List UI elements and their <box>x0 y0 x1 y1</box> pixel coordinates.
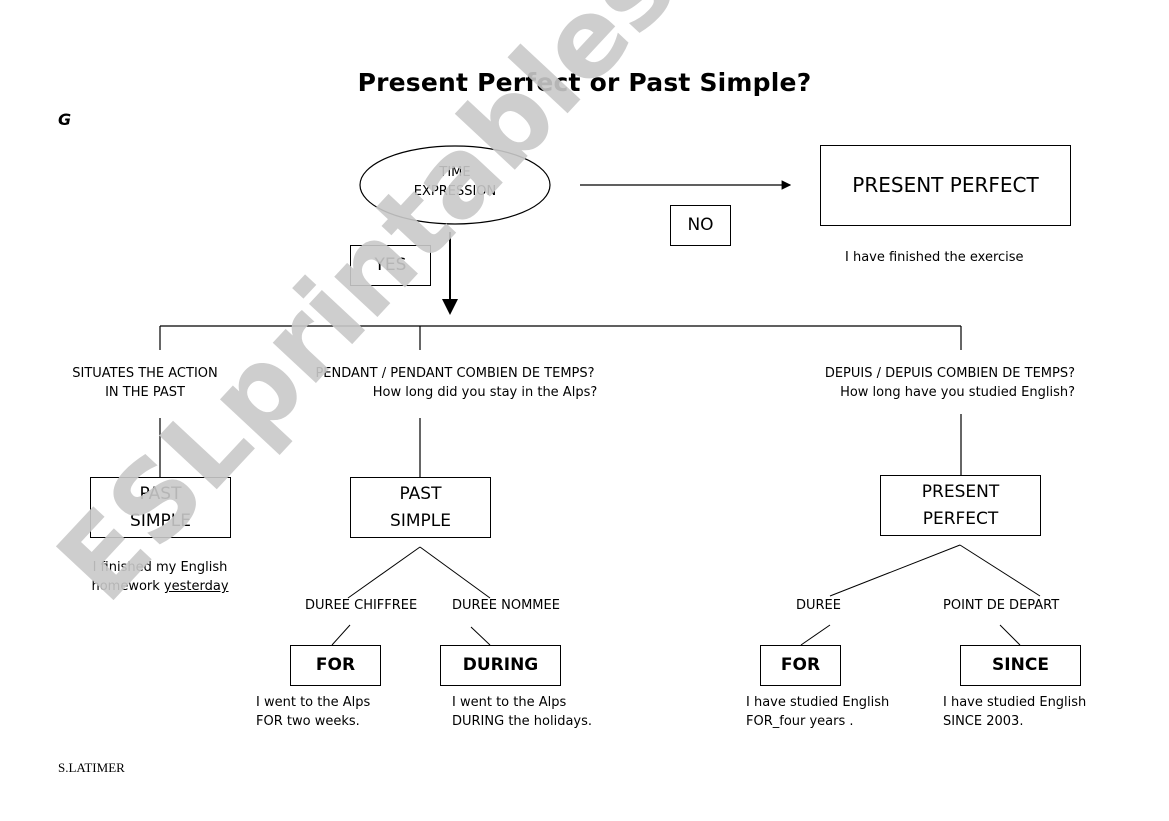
branch-3-question: DEPUIS / DEPUIS COMBIEN DE TEMPS? How lo… <box>790 364 1075 402</box>
branch-2-sub-1-example: I went to the Alps FOR two weeks. <box>256 693 370 731</box>
branch-3-sub-1-example-line2: FOR_four years . <box>746 714 854 729</box>
split-3b <box>959 544 1041 597</box>
time-expression-line2: EXPRESSION <box>413 184 497 199</box>
branch-1-result-line1: PAST <box>139 483 182 504</box>
branch-3-sub-2-example: I have studied English SINCE 2003. <box>943 693 1086 731</box>
time-expression-node: TIME EXPRESSION <box>380 163 530 201</box>
branch-1-example-underlined: yesterday <box>163 579 229 594</box>
branch-3-sub-2-example-line1: I have studied English <box>943 695 1087 710</box>
branch-2-during-word: DURING <box>462 655 539 675</box>
branch-2-sub-2-example-line1: I went to the Alps <box>452 695 567 710</box>
no-label-box: NO <box>670 205 731 246</box>
branch-2-for-word: FOR <box>315 655 356 675</box>
yes-label: YES <box>374 255 407 275</box>
branch-3-since-box: SINCE <box>960 645 1081 686</box>
no-branch-example: I have finished the exercise <box>845 250 1024 265</box>
no-label: NO <box>687 215 714 235</box>
branch-3-sub-1-example-line1: I have studied English <box>746 695 890 710</box>
branch-3-result-line2: PERFECT <box>922 508 999 529</box>
branch-3-sub-1-label: DUREE <box>796 598 841 613</box>
yes-label-box: YES <box>350 245 431 286</box>
branch-3-for-box: FOR <box>760 645 841 686</box>
branch-3-sub-2-example-line2: SINCE 2003. <box>943 714 1024 729</box>
split-2b-down <box>470 626 491 646</box>
branch-1-question-line2: IN THE PAST <box>105 385 185 400</box>
branch-3-result-line1: PRESENT <box>921 481 1000 502</box>
branch-2-result-box: PAST SIMPLE <box>350 477 491 538</box>
branch-2-result-line1: PAST <box>399 483 442 504</box>
branch-2-result-line2: SIMPLE <box>390 510 451 531</box>
branch-2-sub-1-label: DUREE CHIFFREE <box>305 598 418 613</box>
author-credit: S.LATIMER <box>58 760 125 775</box>
branch-3-sub-1-example: I have studied English FOR_four years . <box>746 693 889 731</box>
branch-3-question-line2: How long have you studied English? <box>840 385 1075 400</box>
branch-2-during-box: DURING <box>440 645 561 686</box>
branch-3-since-word: SINCE <box>992 655 1049 675</box>
branch-2-sub-1-example-line2: FOR two weeks. <box>256 714 360 729</box>
split-3a <box>829 544 961 597</box>
branch-2-sub-2-label: DUREE NOMMEE <box>452 598 560 613</box>
split-3b-down <box>999 624 1021 646</box>
present-perfect-result-box: PRESENT PERFECT <box>820 145 1071 226</box>
branch-1-question-line1: SITUATES THE ACTION <box>72 366 218 381</box>
time-expression-line1: TIME <box>439 165 471 180</box>
branch-1-example-line2: homework <box>91 579 164 594</box>
branch-1-result-line2: SIMPLE <box>130 510 191 531</box>
split-2a-down <box>331 624 351 646</box>
branch-2-sub-2-example: I went to the Alps DURING the holidays. <box>452 693 592 731</box>
split-2a <box>347 546 421 599</box>
split-3a-down <box>800 624 831 646</box>
present-perfect-result: PRESENT PERFECT <box>852 173 1039 197</box>
branch-3-result-box: PRESENT PERFECT <box>880 475 1041 536</box>
branch-3-sub-2-label: POINT DE DEPART <box>943 598 1060 613</box>
branch-1-question: SITUATES THE ACTION IN THE PAST <box>50 364 240 402</box>
branch-1-result-box: PAST SIMPLE <box>90 477 231 538</box>
branch-2-question-line2: How long did you stay in the Alps? <box>372 385 598 400</box>
branch-1-example: I finished my English homework yesterday <box>70 558 250 596</box>
branch-3-question-line1: DEPUIS / DEPUIS COMBIEN DE TEMPS? <box>824 366 1075 381</box>
branch-2-question: PENDANT / PENDANT COMBIEN DE TEMPS? How … <box>270 364 640 402</box>
branch-3-for-word: FOR <box>780 655 821 675</box>
branch-2-question-line1: PENDANT / PENDANT COMBIEN DE TEMPS? <box>315 366 595 381</box>
branch-1-example-line1: I finished my English <box>92 560 228 575</box>
branch-2-for-box: FOR <box>290 645 381 686</box>
split-2b <box>419 546 491 599</box>
branch-2-sub-2-example-line2: DURING the holidays. <box>452 714 593 729</box>
branch-2-sub-1-example-line1: I went to the Alps <box>256 695 371 710</box>
